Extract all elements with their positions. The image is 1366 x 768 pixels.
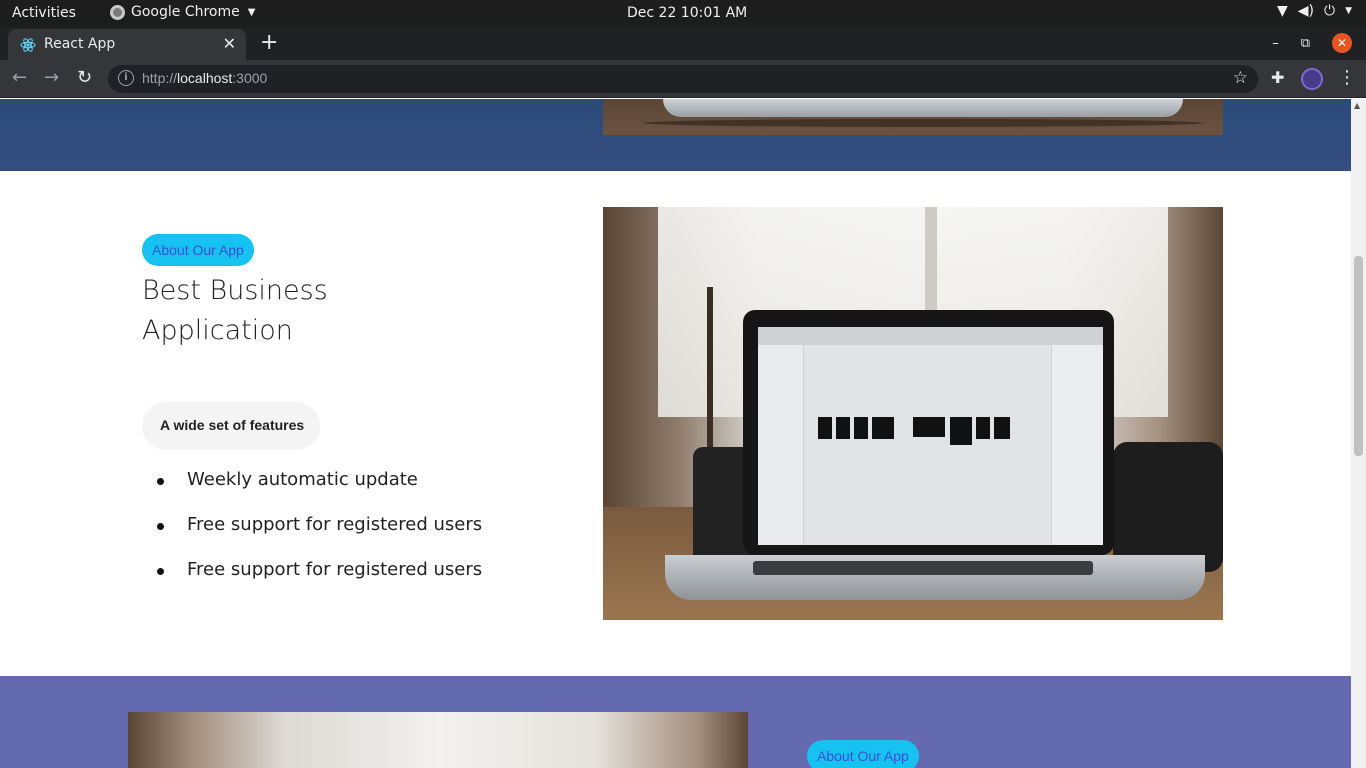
list-item: Free support for registered users bbox=[157, 514, 482, 559]
scroll-up-icon[interactable]: ▲ bbox=[1354, 101, 1360, 110]
section-heading: Best Business Application bbox=[142, 275, 328, 346]
caret-down-icon: ▼ bbox=[1345, 6, 1352, 16]
window-close-icon[interactable]: ✕ bbox=[1332, 33, 1352, 53]
info-icon[interactable]: i bbox=[118, 70, 134, 86]
system-top-bar: Activities Google Chrome ▼ Dec 22 10:01 … bbox=[0, 0, 1366, 27]
about-badge: About Our App bbox=[142, 234, 254, 266]
arrow-right-icon[interactable]: → bbox=[44, 67, 59, 88]
laptop-image-partial bbox=[128, 712, 748, 768]
volume-icon: ◀) bbox=[1297, 3, 1314, 19]
arrow-left-icon[interactable]: ← bbox=[12, 67, 27, 88]
tab-react-app[interactable]: React App ✕ bbox=[8, 29, 246, 60]
star-icon[interactable]: ☆ bbox=[1233, 68, 1248, 88]
activities-button[interactable]: Activities bbox=[12, 5, 76, 21]
list-item: Free support for registered users bbox=[157, 559, 482, 604]
app-menu[interactable]: Google Chrome ▼ bbox=[110, 4, 255, 20]
kebab-icon[interactable]: ⋮ bbox=[1338, 67, 1356, 88]
previous-section bbox=[0, 99, 1351, 171]
feature-label: A wide set of features bbox=[142, 402, 320, 450]
list-item: Weekly automatic update bbox=[157, 469, 482, 514]
page-scrollbar[interactable]: ▲ bbox=[1351, 99, 1366, 768]
url-text[interactable]: http://localhost:3000 bbox=[142, 70, 267, 86]
next-section: About Our App bbox=[0, 676, 1351, 768]
page-viewport: About Our App Best Business Application … bbox=[0, 99, 1351, 768]
system-tray[interactable]: ▼ ◀) ⏻ ▼ bbox=[1277, 3, 1352, 19]
address-bar[interactable]: i http://localhost:3000 ☆ bbox=[108, 65, 1258, 93]
plus-icon[interactable]: + bbox=[260, 30, 278, 55]
window-controls: – ⧉ ✕ bbox=[1272, 33, 1352, 53]
caret-down-icon: ▼ bbox=[247, 6, 256, 18]
close-icon[interactable]: ✕ bbox=[223, 34, 236, 53]
feature-list: Weekly automatic update Free support for… bbox=[157, 469, 482, 604]
restore-icon[interactable]: ⧉ bbox=[1301, 36, 1310, 51]
power-icon: ⏻ bbox=[1324, 3, 1336, 19]
laptop-photo bbox=[603, 207, 1223, 620]
about-section: About Our App Best Business Application … bbox=[0, 171, 1351, 676]
tab-title: React App bbox=[44, 36, 116, 52]
react-logo-icon bbox=[20, 38, 36, 52]
avatar[interactable] bbox=[1301, 68, 1323, 90]
clock[interactable]: Dec 22 10:01 AM bbox=[627, 5, 747, 21]
reload-icon[interactable]: ↻ bbox=[77, 67, 92, 88]
minimize-icon[interactable]: – bbox=[1272, 36, 1279, 51]
laptop-image-partial bbox=[603, 99, 1223, 135]
about-badge: About Our App bbox=[807, 740, 919, 768]
browser-toolbar: ← → ↻ i http://localhost:3000 ☆ ✚ ⋮ bbox=[0, 60, 1366, 98]
tab-strip: React App ✕ + – ⧉ ✕ bbox=[0, 27, 1366, 60]
app-menu-label: Google Chrome bbox=[131, 4, 240, 20]
wifi-icon: ▼ bbox=[1276, 3, 1288, 19]
scrollbar-thumb[interactable] bbox=[1354, 256, 1363, 456]
puzzle-icon[interactable]: ✚ bbox=[1271, 68, 1284, 87]
chrome-icon bbox=[110, 4, 125, 20]
